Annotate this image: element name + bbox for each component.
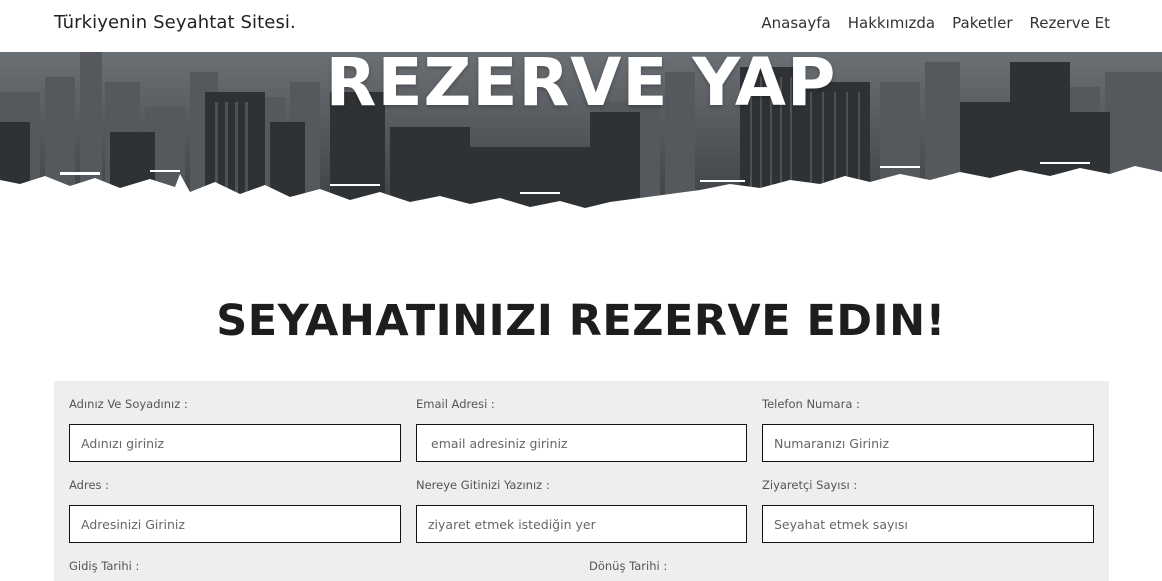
hero-title: REZERVE YAP	[325, 52, 837, 121]
nav-link-rezerve-et[interactable]: Rezerve Et	[1030, 14, 1110, 32]
destination-input[interactable]	[416, 505, 747, 543]
email-label: Email Adresi :	[416, 397, 495, 411]
name-input[interactable]	[69, 424, 401, 462]
address-label: Adres :	[69, 478, 110, 492]
destination-label: Nereye Gitinizi Yazınız :	[416, 478, 550, 492]
visitors-input[interactable]	[762, 505, 1094, 543]
email-input[interactable]	[416, 424, 747, 462]
reservation-form: Adınız Ve Soyadınız : Email Adresi : Tel…	[54, 381, 1109, 581]
section-title: SEYAHATINIZI REZERVE EDIN!	[216, 296, 946, 346]
name-label: Adınız Ve Soyadınız :	[69, 397, 188, 411]
address-input[interactable]	[69, 505, 401, 543]
nav-link-hakkimizda[interactable]: Hakkımızda	[848, 14, 935, 32]
site-brand[interactable]: Türkiyenin Seyahtat Sitesi.	[54, 12, 296, 33]
nav-link-anasayfa[interactable]: Anasayfa	[761, 14, 830, 32]
phone-input[interactable]	[762, 424, 1094, 462]
departure-date-label: Gidiş Tarihi :	[69, 559, 140, 573]
nav-link-paketler[interactable]: Paketler	[952, 14, 1012, 32]
phone-label: Telefon Numara :	[762, 397, 860, 411]
hero-banner: REZERVE YAP	[0, 52, 1162, 222]
navbar: Türkiyenin Seyahtat Sitesi. Anasayfa Hak…	[0, 0, 1162, 52]
return-date-label: Dönüş Tarihi :	[589, 559, 668, 573]
nav-links: Anasayfa Hakkımızda Paketler Rezerve Et	[761, 14, 1110, 32]
visitors-label: Ziyaretçi Sayısı :	[762, 478, 858, 492]
